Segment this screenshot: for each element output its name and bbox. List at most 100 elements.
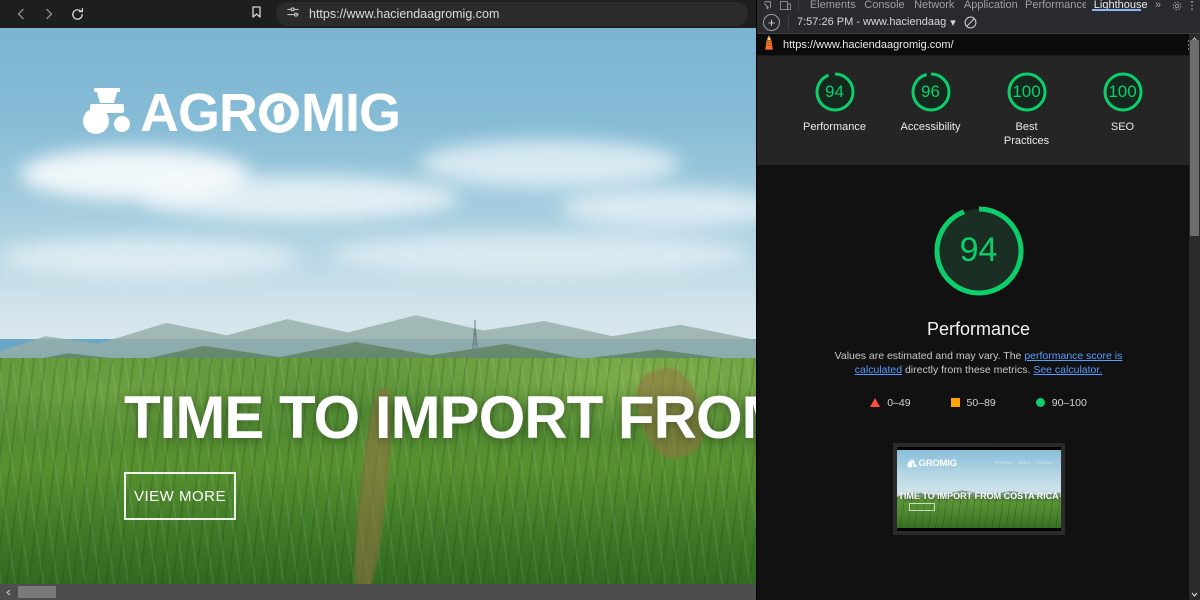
triangle-fail-icon bbox=[870, 398, 881, 408]
devtools-panel: Elements Console Network Application Per… bbox=[756, 0, 1200, 600]
scroll-down-arrow[interactable] bbox=[1189, 589, 1200, 600]
site-logo-text: A GR MIG bbox=[140, 82, 401, 143]
devtools-vertical-scrollbar[interactable] bbox=[1189, 34, 1200, 600]
tab-lighthouse[interactable]: Lighthouse bbox=[1086, 0, 1147, 11]
legend-item-average: 50–89 bbox=[950, 396, 996, 409]
address-bar[interactable]: https://www.haciendaagromig.com bbox=[276, 2, 748, 26]
report-url: https://www.haciendaagromig.com/ bbox=[783, 38, 954, 51]
score-gauge-best-practices[interactable]: 100 Best Practices bbox=[992, 70, 1062, 149]
final-screenshot-thumbnail[interactable]: GROMIG Process About Contact TIME TO IMP… bbox=[892, 442, 1065, 535]
thumbnail-logo-text: GROMIG bbox=[918, 457, 958, 469]
site-logo[interactable]: A GR MIG bbox=[78, 82, 401, 143]
tractor-icon bbox=[906, 459, 916, 468]
score-label: Accessibility bbox=[900, 121, 961, 133]
horizontal-scrollbar-thumb[interactable] bbox=[18, 586, 56, 598]
devtools-tab-strip-actions bbox=[1168, 0, 1198, 11]
chevron-down-icon bbox=[1191, 592, 1198, 597]
screen: https://www.haciendaagromig.com A GR MIG… bbox=[0, 0, 1200, 600]
back-button[interactable] bbox=[8, 3, 34, 25]
featured-category-section: 94 Performance Values are estimated and … bbox=[757, 165, 1200, 535]
lighthouse-icon bbox=[763, 34, 775, 55]
more-tabs-button[interactable]: » bbox=[1147, 0, 1168, 11]
inspect-element-button[interactable] bbox=[759, 0, 776, 11]
tab-console[interactable]: Console bbox=[856, 0, 906, 11]
clear-audits-button[interactable] bbox=[964, 16, 977, 29]
gauge-ring: 100 bbox=[1005, 70, 1049, 114]
chevron-right-icon bbox=[42, 7, 56, 21]
logo-text-c: MIG bbox=[301, 82, 401, 143]
lighthouse-report: https://www.haciendaagromig.com/ 94 Perf… bbox=[757, 34, 1200, 600]
score-value: 100 bbox=[1012, 82, 1041, 101]
forward-button[interactable] bbox=[36, 3, 62, 25]
tractor-icon bbox=[78, 84, 136, 141]
thumbnail-field bbox=[896, 496, 1061, 528]
desc-text-1: Values are estimated and may vary. The bbox=[834, 349, 1025, 362]
chevron-left-icon bbox=[5, 589, 10, 595]
browser-toolbar: https://www.haciendaagromig.com bbox=[0, 0, 756, 28]
score-gauge-seo[interactable]: 100 SEO bbox=[1088, 70, 1158, 149]
leaf-o-icon bbox=[259, 92, 299, 133]
view-more-button[interactable]: VIEW MORE bbox=[124, 472, 236, 520]
logo-text-a: A bbox=[140, 82, 179, 143]
see-calculator-link[interactable]: See calculator. bbox=[1033, 364, 1102, 376]
lighthouse-toolbar: + 7:57:26 PM - www.haciendaag ▾ bbox=[757, 11, 1200, 34]
audit-run-selector[interactable]: 7:57:26 PM - www.haciendaag ▾ bbox=[797, 16, 956, 29]
page-viewport: A GR MIG TIME TO IMPORT FROM VIEW MORE bbox=[0, 28, 756, 600]
thumbnail-logo: GROMIG bbox=[906, 457, 958, 469]
logo-text-b: GR bbox=[178, 82, 258, 143]
cloud bbox=[420, 140, 680, 188]
cloud bbox=[0, 238, 300, 276]
thumbnail-cta-button bbox=[908, 502, 935, 511]
toolbar-separator bbox=[788, 14, 789, 30]
horizontal-scrollbar[interactable] bbox=[0, 584, 756, 600]
reload-button[interactable] bbox=[64, 3, 90, 25]
scroll-left-arrow[interactable] bbox=[0, 584, 16, 600]
thumbnail-nav-item: Process bbox=[994, 459, 1012, 465]
desc-text-2: directly from these metrics. bbox=[902, 363, 1034, 376]
devtools-vertical-scrollbar-thumb[interactable] bbox=[1190, 40, 1199, 236]
cloud bbox=[140, 176, 460, 220]
devtools-menu-button[interactable] bbox=[1186, 0, 1198, 11]
device-toolbar-button[interactable] bbox=[776, 0, 795, 11]
tab-application[interactable]: Application bbox=[956, 0, 1017, 11]
new-audit-button[interactable]: + bbox=[763, 13, 780, 31]
score-gauge-performance[interactable]: 94 Performance bbox=[800, 70, 870, 149]
gauge-ring: 100 bbox=[1101, 70, 1145, 114]
tab-performance[interactable]: Performance bbox=[1017, 0, 1086, 11]
tab-elements[interactable]: Elements bbox=[802, 0, 856, 11]
bookmark-button[interactable] bbox=[244, 3, 268, 25]
bookmark-icon bbox=[250, 5, 263, 24]
hero-headline: TIME TO IMPORT FROM bbox=[124, 384, 756, 451]
settings-button[interactable] bbox=[1168, 0, 1186, 11]
inspect-element-icon bbox=[763, 1, 771, 10]
score-value: 100 bbox=[1108, 82, 1137, 101]
legend-label: 50–89 bbox=[966, 396, 996, 409]
category-score-strip: 94 Performance 96 Accessibility 100 Best… bbox=[757, 56, 1200, 165]
gear-icon bbox=[1172, 1, 1182, 10]
thumbnail-headline: TIME TO IMPORT FROM COSTA RICA bbox=[898, 491, 1059, 502]
site-settings-icon[interactable] bbox=[286, 5, 300, 24]
gauge-ring: 94 bbox=[813, 70, 857, 114]
score-scale-legend: 0–49 50–89 90–100 bbox=[870, 397, 1087, 409]
report-header: https://www.haciendaagromig.com/ bbox=[757, 34, 1200, 56]
device-toolbar-icon bbox=[780, 1, 791, 10]
featured-score-value: 94 bbox=[959, 231, 998, 269]
gauge-ring: 96 bbox=[909, 70, 953, 114]
square-average-icon bbox=[950, 398, 960, 408]
reload-icon bbox=[70, 7, 85, 22]
audit-run-label: 7:57:26 PM - www.haciendaag bbox=[797, 16, 947, 28]
thumbnail-image: GROMIG Process About Contact TIME TO IMP… bbox=[896, 449, 1061, 528]
chevron-down-icon: ▾ bbox=[950, 16, 956, 29]
tab-network[interactable]: Network bbox=[906, 0, 956, 11]
clear-icon bbox=[964, 16, 977, 28]
browser-window: https://www.haciendaagromig.com A GR MIG… bbox=[0, 0, 756, 600]
score-label: SEO bbox=[1110, 121, 1135, 133]
score-gauge-accessibility[interactable]: 96 Accessibility bbox=[896, 70, 966, 149]
circle-pass-icon bbox=[1035, 398, 1045, 408]
score-value: 96 bbox=[921, 82, 940, 101]
devtools-tab-strip: Elements Console Network Application Per… bbox=[757, 0, 1200, 11]
legend-item-fail: 0–49 bbox=[870, 397, 911, 409]
kebab-menu-icon bbox=[1191, 0, 1193, 11]
chevron-left-icon bbox=[14, 7, 28, 21]
url-text[interactable]: https://www.haciendaagromig.com bbox=[309, 7, 499, 21]
